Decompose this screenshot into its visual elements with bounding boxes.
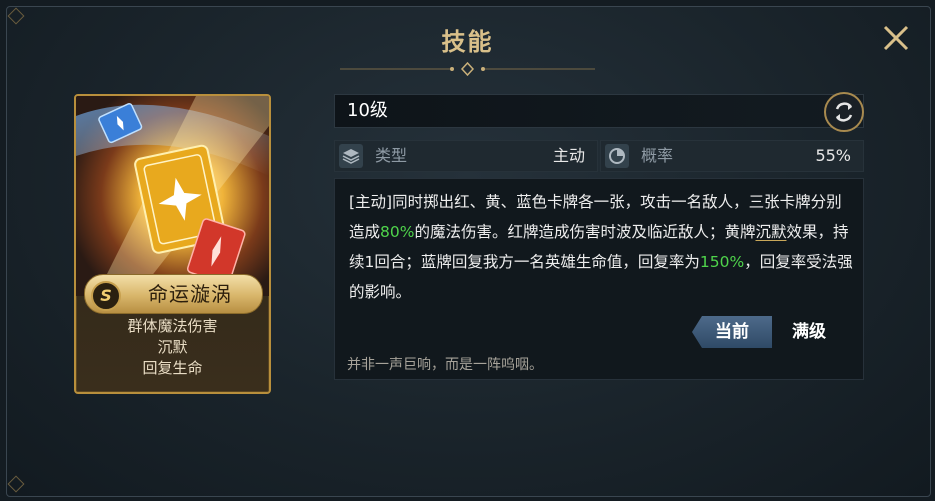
stat-type-label: 类型	[375, 146, 408, 165]
stat-chance-label: 概率	[641, 146, 674, 165]
description-keyword[interactable]: 沉默	[755, 223, 786, 241]
skill-name-plate: S 命运漩涡	[84, 274, 263, 314]
description-highlight: 80%	[380, 223, 415, 241]
description-highlight: 150%	[699, 253, 745, 271]
layers-icon	[339, 144, 363, 168]
stat-chance-value: 55%	[815, 146, 851, 165]
title-ornament	[340, 62, 595, 76]
skill-tags: 群体魔法伤害 沉默 回复生命	[76, 316, 269, 379]
level-bar: 10级	[334, 94, 864, 128]
skill-tag: 群体魔法伤害	[127, 317, 218, 335]
stat-type: 类型 主动	[334, 140, 598, 172]
tab-current[interactable]: 当前	[692, 316, 772, 348]
description-box: [主动]同时掷出红、黄、蓝色卡牌各一张，攻击一名敌人，三张卡牌分别造成80%的魔…	[334, 178, 864, 380]
close-icon	[883, 25, 909, 51]
skill-card: S 命运漩涡 群体魔法伤害 沉默 回复生命	[74, 94, 271, 394]
flavor-text: 并非一声巨响，而是一阵呜咽。	[347, 357, 543, 373]
skill-name: 命运漩涡	[148, 282, 232, 306]
close-button[interactable]	[880, 22, 912, 54]
skill-level: 10级	[347, 100, 388, 121]
description-text: 的魔法伤害。红牌造成伤害时波及临近敌人；黄牌	[414, 223, 756, 241]
page-title: 技能	[441, 28, 494, 56]
tab-max-level[interactable]: 满级	[774, 316, 844, 348]
pie-chart-icon	[605, 144, 629, 168]
rank-badge: S	[91, 281, 121, 311]
refresh-icon	[835, 102, 853, 122]
stat-chance: 概率 55%	[600, 140, 864, 172]
skill-tag: 沉默	[157, 338, 188, 356]
skill-card-artwork	[76, 96, 269, 296]
skill-tag: 回复生命	[142, 359, 203, 377]
stat-type-value: 主动	[552, 146, 585, 165]
refresh-button[interactable]	[824, 92, 864, 132]
skill-description: [主动]同时掷出红、黄、蓝色卡牌各一张，攻击一名敌人，三张卡牌分别造成80%的魔…	[349, 187, 853, 307]
